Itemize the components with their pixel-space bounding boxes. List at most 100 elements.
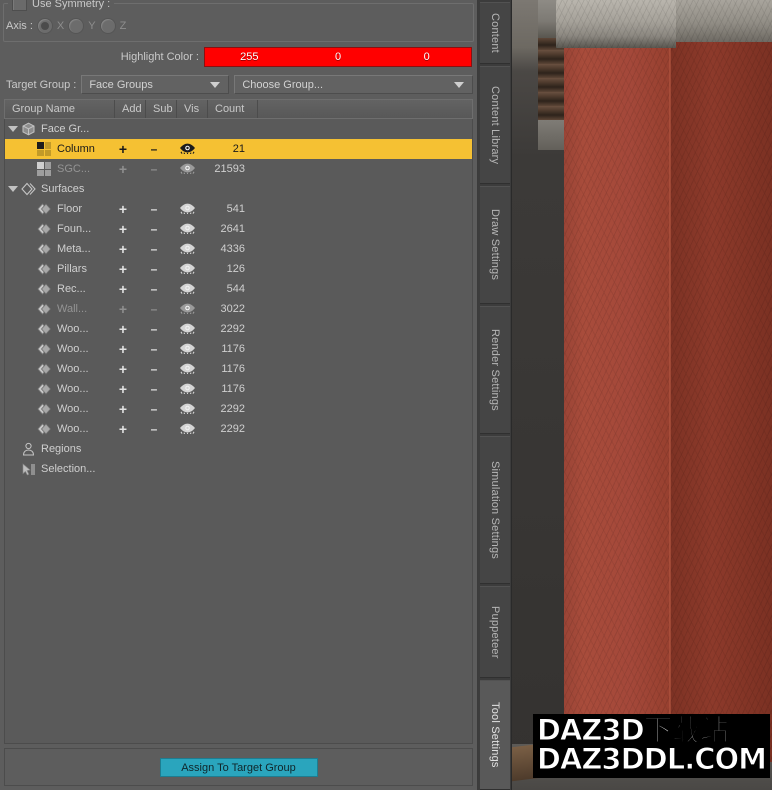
axis-radio-y[interactable]: [68, 18, 84, 34]
tree-row[interactable]: Woo...+–1176: [5, 379, 472, 399]
row-sub-button[interactable]: –: [146, 263, 162, 275]
expand-twisty[interactable]: [5, 186, 21, 192]
column-header-count[interactable]: Count: [208, 100, 258, 118]
row-visibility-toggle[interactable]: [177, 142, 197, 157]
face-group-icon: [37, 162, 53, 176]
row-sub-button[interactable]: –: [146, 163, 162, 175]
tree-row[interactable]: Rec...+–544: [5, 279, 472, 299]
expand-twisty[interactable]: [5, 126, 21, 132]
row-add-button[interactable]: +: [115, 262, 131, 276]
tree-row[interactable]: Regions: [5, 439, 472, 459]
pane-tab-content[interactable]: Content: [480, 2, 510, 64]
row-add-button[interactable]: +: [115, 302, 131, 316]
row-add-button[interactable]: +: [115, 222, 131, 236]
row-sub-button[interactable]: –: [146, 223, 162, 235]
row-add-button[interactable]: +: [115, 242, 131, 256]
tree-row[interactable]: Meta...+–4336: [5, 239, 472, 259]
axis-radio-z[interactable]: [100, 18, 116, 34]
tree-row[interactable]: Face Gr...: [5, 119, 472, 139]
row-visibility-toggle[interactable]: [177, 322, 197, 337]
row-visibility-toggle[interactable]: [177, 262, 197, 277]
row-sub-button[interactable]: –: [146, 423, 162, 435]
eye-icon: [179, 242, 196, 254]
row-sub-button[interactable]: –: [146, 243, 162, 255]
row-visibility-toggle[interactable]: [177, 302, 197, 317]
pane-tab-content-library[interactable]: Content Library: [480, 66, 510, 184]
row-visibility-toggle[interactable]: [177, 382, 197, 397]
column-header-add[interactable]: Add: [115, 100, 146, 118]
column-header-vis[interactable]: Vis: [177, 100, 208, 118]
axis-label-z: Z: [120, 20, 127, 32]
row-add-button[interactable]: +: [115, 142, 131, 156]
row-count: 1176: [201, 363, 245, 375]
row-add-button[interactable]: +: [115, 202, 131, 216]
row-sub-button[interactable]: –: [146, 283, 162, 295]
tree-row[interactable]: Woo...+–2292: [5, 419, 472, 439]
column-header-group-name[interactable]: Group Name: [5, 100, 115, 118]
eye-icon: [179, 302, 196, 314]
pane-tab-draw-settings[interactable]: Draw Settings: [480, 186, 510, 304]
row-count: 544: [201, 283, 245, 295]
use-symmetry-row[interactable]: Use Symmetry :: [8, 0, 114, 11]
pane-tab-render-settings[interactable]: Render Settings: [480, 306, 510, 434]
row-visibility-toggle[interactable]: [177, 282, 197, 297]
tree-row[interactable]: Woo...+–1176: [5, 339, 472, 359]
row-add-button[interactable]: +: [115, 162, 131, 176]
row-add-button[interactable]: +: [115, 422, 131, 436]
highlight-color-b[interactable]: 0: [382, 51, 471, 63]
assign-to-target-group-button[interactable]: Assign To Target Group: [160, 758, 318, 777]
tree-row[interactable]: Pillars+–126: [5, 259, 472, 279]
tree-row[interactable]: Selection...: [5, 459, 472, 479]
row-add-button[interactable]: +: [115, 282, 131, 296]
use-symmetry-checkbox[interactable]: [12, 0, 27, 11]
row-sub-button[interactable]: –: [146, 363, 162, 375]
row-visibility-toggle[interactable]: [177, 162, 197, 177]
row-sub-button[interactable]: –: [146, 303, 162, 315]
row-visibility-toggle[interactable]: [177, 362, 197, 377]
row-sub-button[interactable]: –: [146, 343, 162, 355]
pane-tab-rail[interactable]: ▲ ▼ ContentContent LibraryDraw SettingsR…: [478, 0, 512, 790]
row-add-button[interactable]: +: [115, 342, 131, 356]
pane-tab-tool-settings[interactable]: Tool Settings: [480, 680, 510, 790]
highlight-color-g[interactable]: 0: [294, 51, 383, 63]
row-add-button[interactable]: +: [115, 382, 131, 396]
tree-row[interactable]: SGC...+–21593: [5, 159, 472, 179]
row-add-button[interactable]: +: [115, 322, 131, 336]
row-visibility-toggle[interactable]: [177, 242, 197, 257]
row-visibility-toggle[interactable]: [177, 342, 197, 357]
watermark: DAZ3D下载站 DAZ3DDL.COM: [533, 714, 770, 778]
row-add-button[interactable]: +: [115, 362, 131, 376]
highlight-color-r[interactable]: 255: [205, 51, 294, 63]
row-sub-button[interactable]: –: [146, 143, 162, 155]
surface-icon: [37, 222, 53, 236]
tree-row[interactable]: Wall...+–3022: [5, 299, 472, 319]
surface-icon: [37, 402, 53, 416]
row-sub-button[interactable]: –: [146, 383, 162, 395]
target-group-dropdown[interactable]: Face Groups: [81, 75, 229, 94]
row-add-button[interactable]: +: [115, 402, 131, 416]
row-sub-button[interactable]: –: [146, 403, 162, 415]
row-sub-button[interactable]: –: [146, 203, 162, 215]
row-count: 126: [201, 263, 245, 275]
row-visibility-toggle[interactable]: [177, 422, 197, 437]
choose-group-dropdown[interactable]: Choose Group...: [234, 75, 473, 94]
row-visibility-toggle[interactable]: [177, 402, 197, 417]
tree-row[interactable]: Surfaces: [5, 179, 472, 199]
eye-icon: [179, 322, 196, 334]
pane-tab-simulation-settings[interactable]: Simulation Settings: [480, 436, 510, 584]
tree-row[interactable]: Column+–21: [5, 139, 472, 159]
tree-row[interactable]: Foun...+–2641: [5, 219, 472, 239]
tree-row[interactable]: Woo...+–1176: [5, 359, 472, 379]
tree-row[interactable]: Woo...+–2292: [5, 319, 472, 339]
viewport-3d[interactable]: DAZ3D下载站 DAZ3DDL.COM: [512, 0, 772, 790]
row-visibility-toggle[interactable]: [177, 222, 197, 237]
row-sub-button[interactable]: –: [146, 323, 162, 335]
tree-row[interactable]: Woo...+–2292: [5, 399, 472, 419]
row-visibility-toggle[interactable]: [177, 202, 197, 217]
group-tree[interactable]: Face Gr...Column+–21SGC...+–21593Surface…: [4, 119, 473, 744]
column-header-sub[interactable]: Sub: [146, 100, 177, 118]
tree-row[interactable]: Floor+–541: [5, 199, 472, 219]
axis-radio-x[interactable]: [37, 18, 53, 34]
highlight-color-swatch[interactable]: 255 0 0: [204, 47, 472, 67]
pane-tab-puppeteer[interactable]: Puppeteer: [480, 586, 510, 678]
